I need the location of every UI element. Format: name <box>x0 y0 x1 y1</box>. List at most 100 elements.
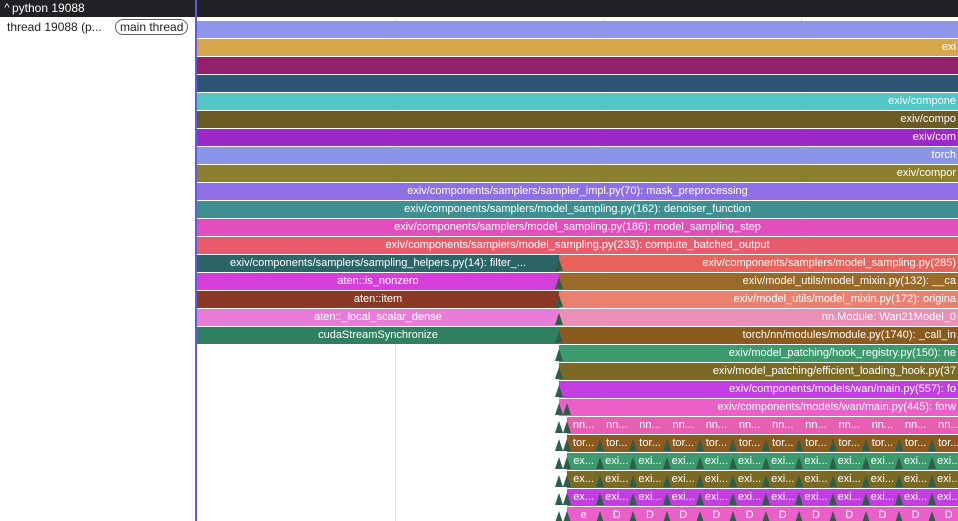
instant-event-marker[interactable] <box>795 493 804 505</box>
flame-slice-small[interactable]: nn... <box>899 417 934 434</box>
process-header[interactable]: ^ python 19088 <box>0 0 958 17</box>
instant-event-marker[interactable] <box>795 475 804 487</box>
instant-event-marker[interactable] <box>861 511 870 521</box>
instant-event-marker[interactable] <box>555 259 563 271</box>
instant-event-marker[interactable] <box>596 475 605 487</box>
instant-event-marker[interactable] <box>729 511 737 521</box>
flame-slice[interactable]: aten::is_nonzero <box>197 273 559 290</box>
flame-slice[interactable]: exiv/components/samplers/model_sampling.… <box>197 219 958 236</box>
instant-event-marker[interactable] <box>928 457 937 469</box>
instant-event-marker[interactable] <box>762 475 771 487</box>
instant-event-marker[interactable] <box>555 457 563 469</box>
instant-event-marker[interactable] <box>629 439 638 451</box>
instant-event-marker[interactable] <box>729 457 737 469</box>
instant-event-marker[interactable] <box>795 511 804 521</box>
instant-event-marker[interactable] <box>695 439 704 451</box>
flame-slice[interactable]: torch <box>197 147 958 164</box>
instant-event-marker[interactable] <box>695 457 704 469</box>
instant-event-marker[interactable] <box>555 403 563 415</box>
instant-event-marker[interactable] <box>828 493 837 505</box>
flame-slice[interactable] <box>197 75 958 92</box>
instant-event-marker[interactable] <box>861 475 870 487</box>
instant-event-marker[interactable] <box>662 457 671 469</box>
instant-event-marker[interactable] <box>555 349 563 361</box>
flame-slice[interactable]: exiv/model_patching/hook_registry.py(150… <box>559 345 958 362</box>
flame-slice[interactable]: exiv/compone <box>197 93 958 110</box>
flame-slice-small[interactable]: nn... <box>766 417 801 434</box>
flame-slice-small[interactable]: nn... <box>666 417 701 434</box>
instant-event-marker[interactable] <box>895 439 903 451</box>
instant-event-marker[interactable] <box>695 475 704 487</box>
instant-event-marker[interactable] <box>729 475 737 487</box>
instant-event-marker[interactable] <box>596 511 605 521</box>
chevron-up-icon[interactable]: ^ <box>2 0 12 17</box>
flame-slice-small[interactable]: nn... <box>865 417 900 434</box>
instant-event-marker[interactable] <box>828 475 837 487</box>
flame-slice[interactable]: exiv/compor <box>197 165 958 182</box>
flame-slice[interactable]: exiv/components/samplers/model_sampling.… <box>197 237 958 254</box>
instant-event-marker[interactable] <box>795 457 804 469</box>
flame-slice-small[interactable]: nn... <box>567 417 602 434</box>
instant-event-marker[interactable] <box>928 475 937 487</box>
instant-event-marker[interactable] <box>861 457 870 469</box>
flame-slice[interactable]: exiv/model_utils/model_mixin.py(172): or… <box>559 291 958 308</box>
flame-slice-small[interactable]: nn... <box>832 417 867 434</box>
instant-event-marker[interactable] <box>555 385 563 397</box>
instant-event-marker[interactable] <box>928 511 937 521</box>
instant-event-marker[interactable] <box>729 439 737 451</box>
flame-slice[interactable]: exiv/components/samplers/model_sampling.… <box>197 201 958 218</box>
instant-event-marker[interactable] <box>596 493 605 505</box>
instant-event-marker[interactable] <box>629 457 638 469</box>
instant-event-marker[interactable] <box>662 475 671 487</box>
thread-track-label[interactable]: thread 19088 (p... main thread <box>0 17 195 37</box>
instant-event-marker[interactable] <box>895 475 903 487</box>
instant-event-marker[interactable] <box>563 475 571 487</box>
flame-slice[interactable]: aten::item <box>197 291 559 308</box>
instant-event-marker[interactable] <box>555 295 563 307</box>
flame-slice[interactable]: exiv/model_patching/efficient_loading_ho… <box>559 363 958 380</box>
flame-slice[interactable] <box>197 21 958 38</box>
instant-event-marker[interactable] <box>695 511 704 521</box>
flame-slice[interactable]: exiv/model_utils/model_mixin.py(132): __… <box>559 273 958 290</box>
flame-slice[interactable]: cudaStreamSynchronize <box>197 327 559 344</box>
instant-event-marker[interactable] <box>629 493 638 505</box>
instant-event-marker[interactable] <box>828 439 837 451</box>
instant-event-marker[interactable] <box>828 511 837 521</box>
flame-slice[interactable]: exi <box>197 39 958 56</box>
flame-slice[interactable]: exiv/components/models/wan/main.py(557):… <box>559 381 958 398</box>
instant-event-marker[interactable] <box>762 439 771 451</box>
instant-event-marker[interactable] <box>596 457 605 469</box>
instant-event-marker[interactable] <box>895 457 903 469</box>
instant-event-marker[interactable] <box>762 493 771 505</box>
instant-event-marker[interactable] <box>555 439 563 451</box>
instant-event-marker[interactable] <box>555 313 563 325</box>
flame-slice[interactable]: torch/nn/modules/module.py(1740): _call_… <box>559 327 958 344</box>
flame-slice-small[interactable]: nn... <box>932 417 958 434</box>
instant-event-marker[interactable] <box>762 511 771 521</box>
instant-event-marker[interactable] <box>563 439 571 451</box>
instant-event-marker[interactable] <box>563 493 571 505</box>
flame-slice-small[interactable]: nn... <box>799 417 834 434</box>
flame-slice[interactable]: aten::_local_scalar_dense <box>197 309 559 326</box>
instant-event-marker[interactable] <box>695 493 704 505</box>
instant-event-marker[interactable] <box>563 511 571 521</box>
instant-event-marker[interactable] <box>563 421 571 433</box>
flame-slice-small[interactable]: nn... <box>633 417 668 434</box>
instant-event-marker[interactable] <box>762 457 771 469</box>
flame-slice-small[interactable]: nn... <box>733 417 768 434</box>
flame-track[interactable]: exi exiv/compone exiv/compo exiv/com torch ex… <box>197 17 958 521</box>
flame-slice[interactable]: exiv/compo <box>197 111 958 128</box>
flame-slice[interactable]: exiv/components/samplers/model_sampling.… <box>559 255 958 272</box>
instant-event-marker[interactable] <box>629 511 638 521</box>
flame-slice[interactable]: exiv/components/samplers/sampling_helper… <box>197 255 559 272</box>
instant-event-marker[interactable] <box>555 367 563 379</box>
instant-event-marker[interactable] <box>928 493 937 505</box>
instant-event-marker[interactable] <box>928 439 937 451</box>
flame-slice-small[interactable]: nn... <box>600 417 635 434</box>
instant-event-marker[interactable] <box>861 493 870 505</box>
instant-event-marker[interactable] <box>555 277 563 289</box>
instant-event-marker[interactable] <box>555 421 563 433</box>
instant-event-marker[interactable] <box>563 457 571 469</box>
instant-event-marker[interactable] <box>795 439 804 451</box>
flame-slice-small[interactable]: nn... <box>699 417 734 434</box>
